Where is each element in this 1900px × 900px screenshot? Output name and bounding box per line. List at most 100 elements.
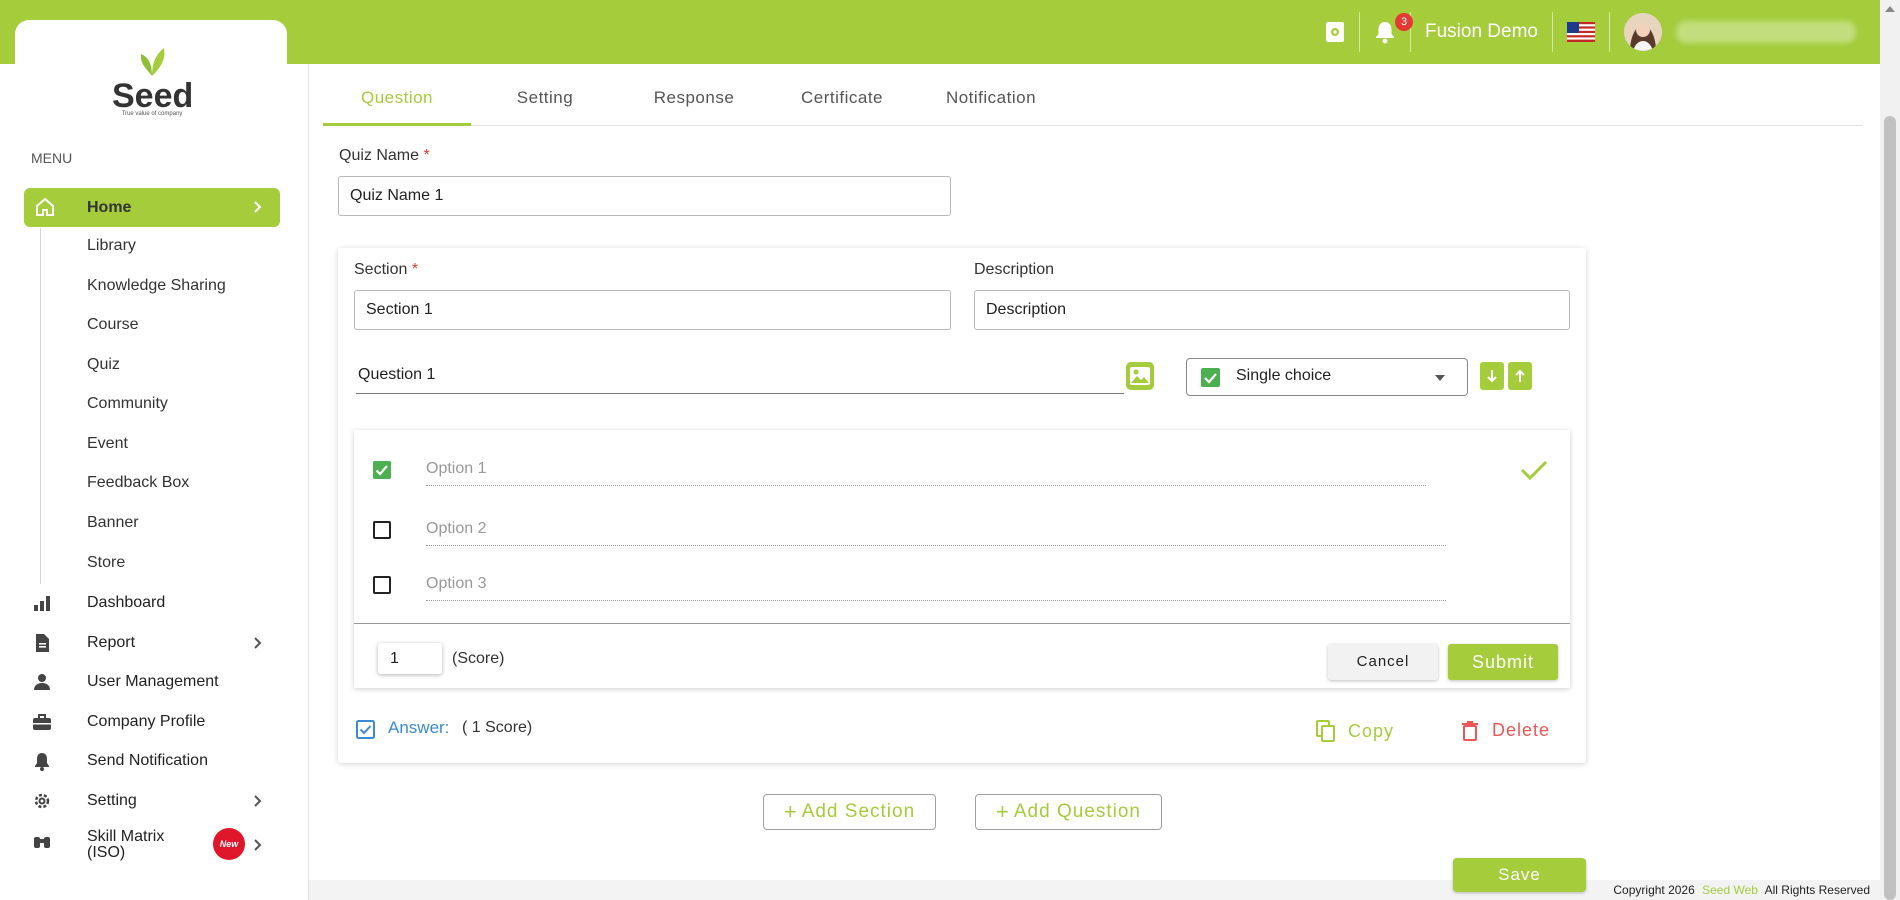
submit-button[interactable]: Submit (1448, 644, 1558, 680)
topbar-actions: 3 Fusion Demo (1311, 0, 1870, 64)
briefcase-icon (33, 714, 51, 730)
tab-certificate[interactable]: Certificate (768, 80, 916, 126)
logo-tagline: True value of company (121, 111, 183, 117)
question-type-select[interactable]: Single choice (1186, 358, 1468, 396)
logo: Seed True value of company (112, 46, 193, 117)
sidebar-subitem-banner[interactable]: Banner (87, 514, 139, 532)
scroll-up-icon[interactable] (1885, 6, 1895, 12)
sidebar-item-company-profile[interactable]: Company Profile (24, 707, 280, 737)
dropdown-arrow-icon (1435, 375, 1445, 381)
sidebar-item-label: Home (87, 198, 132, 216)
add-section-button[interactable]: + Add Section (763, 794, 936, 830)
required-mark: * (411, 261, 419, 278)
arrow-down-icon (1487, 370, 1497, 383)
avatar (1624, 13, 1662, 51)
scroll-thumb[interactable] (1884, 116, 1896, 900)
section-input[interactable]: Section 1 (354, 290, 951, 330)
sidebar-item-dashboard[interactable]: Dashboard (24, 588, 280, 618)
image-upload-icon[interactable] (1125, 361, 1155, 391)
section-label: Section * (354, 261, 418, 279)
sidebar-item-label: Setting (87, 792, 137, 809)
sidebar-subitem-event[interactable]: Event (87, 435, 128, 453)
answer-link[interactable]: Answer: (388, 718, 449, 738)
score-footer: 1 (Score) Cancel Submit (354, 623, 1570, 688)
question-input[interactable]: Question 1 (358, 366, 435, 384)
copyright-text: Copyright 2026 Seed Web All Rights Reser… (1613, 883, 1870, 897)
description-label: Description (974, 261, 1055, 278)
option-1-checkbox[interactable] (373, 461, 391, 479)
sidebar-item-report[interactable]: Report (24, 628, 280, 658)
sidebar-item-label: Report (87, 634, 136, 651)
bar-chart-icon (34, 596, 50, 611)
sidebar-subitem-feedback-box[interactable]: Feedback Box (87, 474, 189, 492)
score-label: (Score) (452, 650, 505, 667)
tab-response[interactable]: Response (620, 80, 768, 126)
quiz-name-label-text: Quiz Name (339, 147, 420, 164)
question-underline (356, 393, 1124, 394)
option-2-checkbox[interactable] (373, 521, 391, 539)
footer-brand-link[interactable]: Seed Web (1702, 883, 1758, 897)
delete-button[interactable]: Delete (1462, 720, 1550, 741)
sidebar-item-skill-matrix[interactable]: Skill Matrix (ISO) New (24, 826, 280, 864)
add-question-button[interactable]: + Add Question (975, 794, 1162, 830)
tab-bar: Question Setting Response Certificate No… (323, 80, 1863, 126)
chevron-right-icon (254, 637, 262, 649)
menu-title: MENU (31, 150, 73, 166)
sidebar-subitem-course[interactable]: Course (87, 316, 139, 334)
copy-label: Copy (1348, 720, 1395, 741)
correct-answer-check-icon[interactable] (1520, 459, 1548, 481)
tab-question[interactable]: Question (323, 80, 471, 126)
answer-score: ( 1 Score) (462, 719, 533, 736)
sidebar-subitem-quiz[interactable]: Quiz (87, 356, 120, 374)
user-menu[interactable]: Fusion Demo (1411, 0, 1552, 64)
score-input[interactable]: 1 (378, 643, 442, 674)
option-1-input[interactable]: Option 1 (426, 460, 486, 478)
sidebar-item-home[interactable]: Home (24, 188, 280, 227)
book-icon[interactable] (1311, 0, 1359, 64)
description-input[interactable]: Description (974, 290, 1570, 330)
option-3-input[interactable]: Option 3 (426, 575, 486, 593)
sidebar-item-label: Skill Matrix (ISO) (87, 828, 165, 861)
add-section-label: Add Section (801, 801, 916, 822)
option-line (426, 485, 1426, 486)
quiz-name-input[interactable]: Quiz Name 1 (338, 176, 951, 216)
scrollbar[interactable] (1880, 0, 1900, 900)
cancel-button[interactable]: Cancel (1328, 644, 1438, 680)
check-icon (375, 465, 388, 476)
new-badge: New (213, 828, 245, 860)
sidebar-subitem-store[interactable]: Store (87, 554, 125, 572)
move-up-button[interactable] (1508, 362, 1532, 390)
sidebar-subitem-community[interactable]: Community (87, 395, 168, 413)
section-label-text: Section (354, 261, 408, 278)
home-icon (36, 197, 54, 216)
sidebar-item-user-management[interactable]: User Management (24, 667, 280, 697)
delete-label: Delete (1492, 720, 1551, 740)
sidebar-item-label: Company Profile (87, 713, 206, 730)
notification-button[interactable]: 3 (1360, 0, 1413, 64)
arrow-up-icon (1515, 369, 1525, 382)
sidebar-item-setting[interactable]: Setting (24, 786, 280, 816)
profile-button[interactable] (1610, 0, 1870, 64)
option-3-checkbox[interactable] (373, 576, 391, 594)
document-icon (36, 634, 49, 652)
option-2-input[interactable]: Option 2 (426, 520, 486, 538)
option-line (426, 600, 1446, 601)
options-panel: Option 1 Option 2 Option 3 1 (Score) Can… (354, 430, 1570, 688)
sidebar-item-send-notification[interactable]: Send Notification (24, 746, 280, 776)
tab-setting[interactable]: Setting (471, 80, 619, 126)
trash-icon (1462, 720, 1478, 741)
answer-checkbox-icon[interactable] (356, 720, 375, 739)
us-flag-icon[interactable] (1553, 0, 1609, 64)
chevron-right-icon (254, 795, 262, 807)
copy-icon (1316, 720, 1335, 742)
leaf-icon (140, 48, 165, 76)
copy-button[interactable]: Copy (1316, 720, 1394, 742)
sidebar-subitem-knowledge-sharing[interactable]: Knowledge Sharing (87, 277, 226, 295)
sidebar-subitem-library[interactable]: Library (87, 237, 136, 255)
tab-notification[interactable]: Notification (917, 80, 1065, 126)
save-button[interactable]: Save (1453, 858, 1586, 892)
move-down-button[interactable] (1480, 362, 1504, 390)
required-mark: * (423, 147, 430, 164)
user-name: Fusion Demo (1425, 21, 1538, 42)
copyright-suffix: All Rights Reserved (1764, 883, 1870, 897)
